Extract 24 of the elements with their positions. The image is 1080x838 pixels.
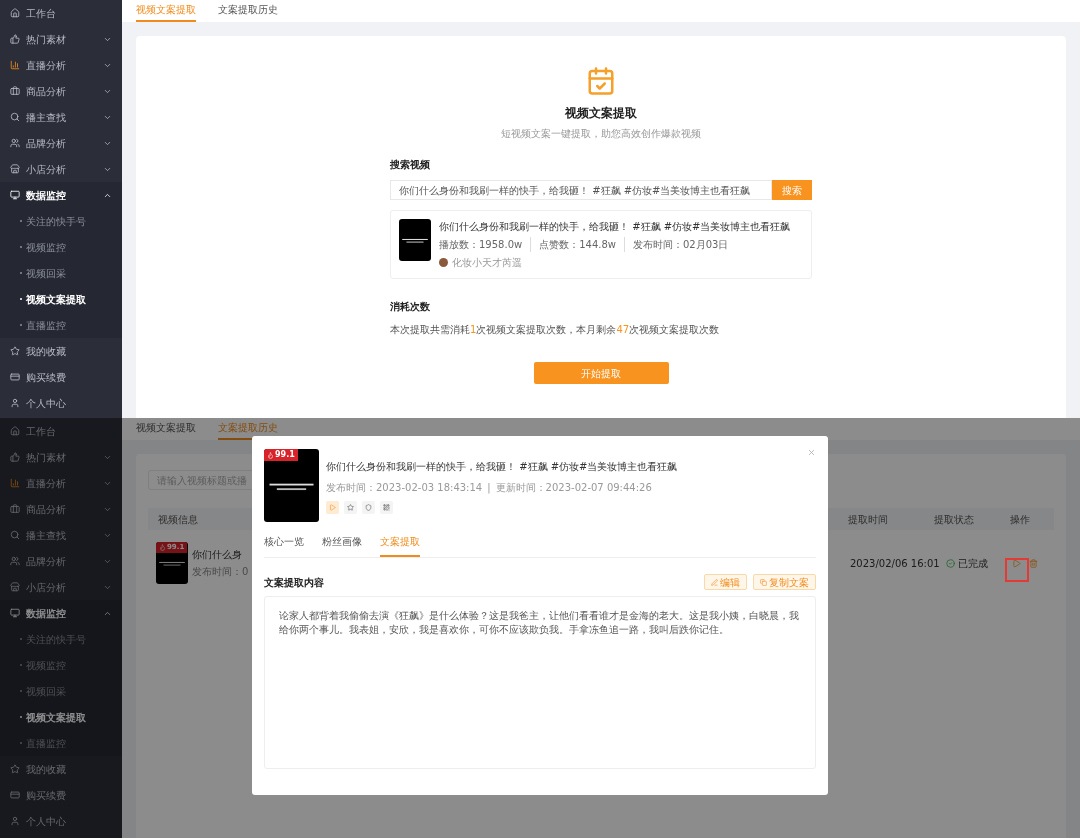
section-label: 消耗次数 [390, 300, 431, 314]
video-stat: 点赞数：144.8w [530, 237, 616, 252]
heat-score: 99.1 [275, 449, 295, 461]
video-title: 你们什么身 [192, 548, 243, 562]
column-header: 提取状态 [934, 512, 975, 527]
usage-text: 本次提取共需消耗1次视频文案提取次数，本月剩余47次视频文案提取次数 [390, 323, 721, 337]
video-title: 你们什么身份和我刷一样的快手，给我砸！ #狂飙 #仿妆#当美妆博主也看狂飙 [439, 220, 791, 234]
publish-time: 发布时间：2023-02-03 18:43:14 [326, 481, 483, 495]
author-name: 化妆小天才芮遥 [452, 256, 522, 270]
separator: | [487, 481, 491, 495]
table-cell-text: 2023/02/06 16:01 [850, 556, 941, 571]
section-title: 文案提取内容 [264, 575, 325, 590]
video-title: 你们什么身份和我刷一样的快手，给我砸！ #狂飙 #仿妆#当美妆博主也看狂飙 [326, 460, 678, 474]
update-time: 更新时间：2023-02-07 09:44:26 [495, 481, 652, 495]
column-header: 视频信息 [158, 512, 199, 527]
status-text: 已完成 [958, 556, 988, 571]
extracted-text: 论家人都背着我偷偷去演《狂飙》是什么体验？这是我爸主，让他们看看谁才是金海的老大。这是我小姨，白晓晨，我给你两个事儿。我表姐，安欣，我是喜欢你，可你不应该欺负我。手拿冻鱼追一路，我叫后跌你记住。 [279, 609, 800, 637]
page-subtitle: 短视频文案一键提取，助您高效创作爆款视频 [501, 127, 701, 141]
page-title: 视频文案提取 [565, 105, 637, 122]
video-stat: 播放数：1958.0w [439, 238, 523, 252]
column-header: 操作 [1010, 512, 1031, 527]
video-stat: 发布时间：02月03日 [624, 237, 729, 252]
column-header: 提取时间 [848, 512, 889, 527]
section-label: 搜索视频 [390, 158, 431, 172]
